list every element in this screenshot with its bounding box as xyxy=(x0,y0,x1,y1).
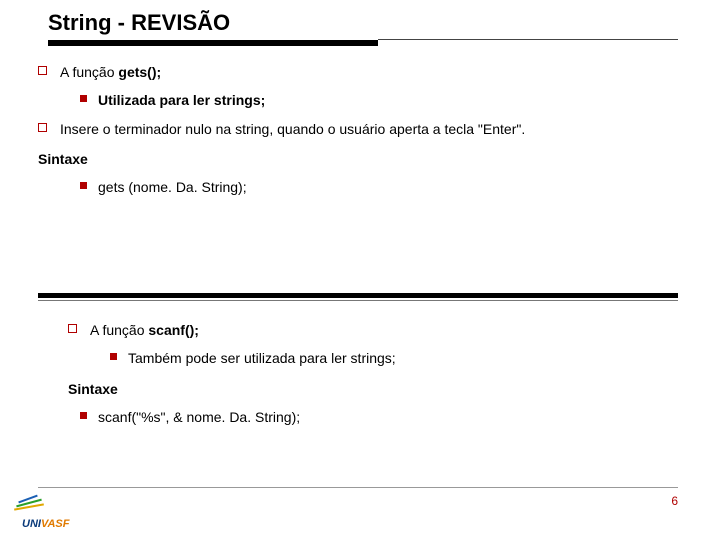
title-underline-thin xyxy=(378,39,678,40)
bullet-fill-icon xyxy=(80,182,87,189)
bullet-open-icon xyxy=(68,324,77,333)
bullet-fill-icon xyxy=(80,412,87,419)
logo-univasf: UNIVASF xyxy=(12,496,84,530)
logo-text: UNIVASF xyxy=(22,518,69,530)
item-usage-bottom: Também pode ser utilizada para ler strin… xyxy=(68,348,678,368)
item-scanf-func: A função scanf(); xyxy=(68,320,678,340)
bullet-fill-icon xyxy=(110,353,117,360)
bullet-fill-icon xyxy=(80,95,87,102)
title-underline-thick xyxy=(48,40,378,46)
logo-text-a: UNI xyxy=(22,518,41,530)
item-syntax-code-bottom: scanf("%s", & nome. Da. String); xyxy=(68,407,678,427)
text-func-name: gets(); xyxy=(118,64,161,80)
mid-divider-thick xyxy=(38,293,678,298)
text-syntax-code: gets (nome. Da. String); xyxy=(98,179,247,195)
text-func-prefix: A função xyxy=(60,64,118,80)
text-func-prefix: A função xyxy=(90,322,148,338)
item-usage: Utilizada para ler strings; xyxy=(38,90,678,110)
syntax-label-bottom: Sintaxe xyxy=(68,379,678,399)
text-insert-desc: Insere o terminador nulo na string, quan… xyxy=(60,121,525,137)
slide-title: String - REVISÃO xyxy=(48,10,230,36)
text-usage: Também pode ser utilizada para ler strin… xyxy=(128,350,396,366)
item-syntax-code-top: gets (nome. Da. String); xyxy=(38,177,678,197)
slide-container: String - REVISÃO A função gets(); Utiliz… xyxy=(0,0,720,540)
bullet-open-icon xyxy=(38,66,47,75)
mid-divider-shadow xyxy=(38,300,678,301)
item-insert-desc: Insere o terminador nulo na string, quan… xyxy=(38,119,678,139)
footer-divider xyxy=(38,487,678,488)
item-gets-func: A função gets(); xyxy=(38,62,678,82)
body-bottom: A função scanf(); Também pode ser utiliz… xyxy=(68,320,678,435)
body-top: A função gets(); Utilizada para ler stri… xyxy=(38,62,678,205)
logo-text-b: VASF xyxy=(41,518,70,530)
text-usage: Utilizada para ler strings; xyxy=(98,92,265,108)
text-syntax-code: scanf("%s", & nome. Da. String); xyxy=(98,409,300,425)
text-func-name: scanf(); xyxy=(148,322,199,338)
page-number: 6 xyxy=(671,494,678,508)
syntax-label-top: Sintaxe xyxy=(38,149,678,169)
bullet-open-icon xyxy=(38,123,47,132)
